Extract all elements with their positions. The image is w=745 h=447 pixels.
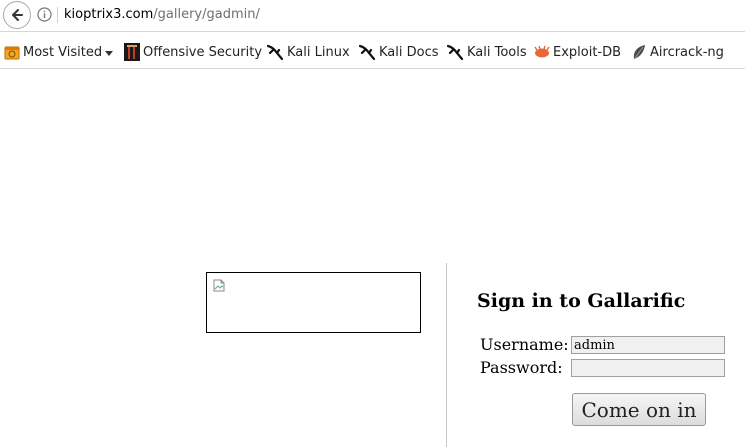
bookmark-most-visited[interactable]: Most Visited	[4, 43, 114, 61]
vertical-divider	[446, 263, 447, 447]
bookmark-aircrack-ng[interactable]: Aircrack-ng	[632, 43, 724, 61]
login-title: Sign in to Gallarific	[477, 290, 686, 312]
bookmark-label: Kali Tools	[467, 44, 527, 60]
bookmark-label: Most Visited	[23, 44, 103, 60]
info-icon[interactable]	[37, 7, 52, 22]
bookmark-exploit-db[interactable]: Exploit-DB	[534, 43, 621, 61]
bookmark-label: Exploit-DB	[553, 44, 622, 60]
url-bar: kioptrix3.com/gallery/gadmin/	[0, 0, 745, 32]
url-separator	[57, 7, 58, 23]
broken-image	[206, 272, 421, 333]
password-input[interactable]	[571, 359, 725, 377]
kali-dragon-icon	[267, 44, 284, 60]
bookmark-label: Offensive Security	[143, 44, 263, 60]
bookmark-kali-docs[interactable]: Kali Docs	[359, 43, 439, 61]
bookmark-label: Kali Docs	[379, 44, 439, 60]
url-host: kioptrix3.com	[64, 7, 154, 22]
broken-image-icon	[213, 279, 225, 292]
bookmark-offensive-security[interactable]: Offensive Security	[124, 43, 262, 61]
aircrack-icon	[633, 45, 645, 59]
bookmark-label: Kali Linux	[287, 44, 350, 60]
most-visited-icon	[4, 46, 20, 60]
back-arrow-icon	[12, 9, 23, 21]
password-label: Password:	[480, 358, 563, 377]
back-button[interactable]	[3, 1, 31, 29]
url-path: /gallery/gadmin/	[153, 7, 260, 22]
url-input[interactable]: kioptrix3.com/gallery/gadmin/	[64, 7, 260, 23]
bookmark-label: Aircrack-ng	[650, 44, 724, 60]
bookmark-kali-linux[interactable]: Kali Linux	[267, 43, 350, 61]
kali-dragon-icon	[447, 44, 464, 60]
offensive-security-icon	[124, 43, 140, 61]
username-label: Username:	[480, 335, 569, 354]
chevron-down-icon	[105, 50, 114, 56]
submit-button[interactable]: Come on in	[572, 393, 706, 426]
bookmarks-bar: Most Visited Offensive Security Kali Lin…	[0, 33, 745, 69]
kali-dragon-icon	[359, 44, 376, 60]
bookmark-kali-tools[interactable]: Kali Tools	[447, 43, 527, 61]
username-input[interactable]	[571, 336, 725, 354]
exploit-db-icon	[534, 45, 550, 58]
